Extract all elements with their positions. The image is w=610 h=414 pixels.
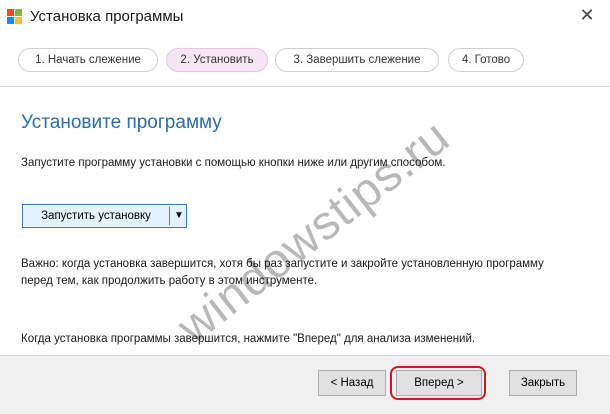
close-icon[interactable]: ✕ bbox=[576, 4, 598, 26]
step-done[interactable]: 4. Готово bbox=[448, 48, 524, 72]
red-highlight-outline bbox=[390, 366, 486, 400]
button-bar: < Назад Вперед > Закрыть bbox=[0, 355, 610, 414]
header-divider bbox=[0, 86, 610, 87]
windows-logo-icon bbox=[7, 9, 22, 24]
run-installer-button[interactable]: Запустить установку ▼ bbox=[22, 204, 187, 228]
step-start-tracking[interactable]: 1. Начать слежение bbox=[18, 48, 158, 72]
run-installer-label: Запустить установку bbox=[41, 210, 151, 222]
next-hint-text: Когда установка программы завершится, на… bbox=[21, 333, 476, 345]
window-title: Установка программы bbox=[30, 8, 184, 25]
installer-window: Установка программы ✕ 1. Начать слежение… bbox=[0, 0, 610, 414]
close-button[interactable]: Закрыть bbox=[509, 370, 577, 396]
back-button[interactable]: < Назад bbox=[318, 370, 386, 396]
page-heading: Установите программу bbox=[21, 112, 222, 133]
step-install[interactable]: 2. Установить bbox=[166, 48, 268, 72]
split-divider bbox=[169, 207, 170, 225]
title-bar: Установка программы ✕ bbox=[0, 0, 610, 34]
dropdown-arrow-icon[interactable]: ▼ bbox=[173, 205, 185, 227]
step-finish-tracking[interactable]: 3. Завершить слежение bbox=[275, 48, 439, 72]
